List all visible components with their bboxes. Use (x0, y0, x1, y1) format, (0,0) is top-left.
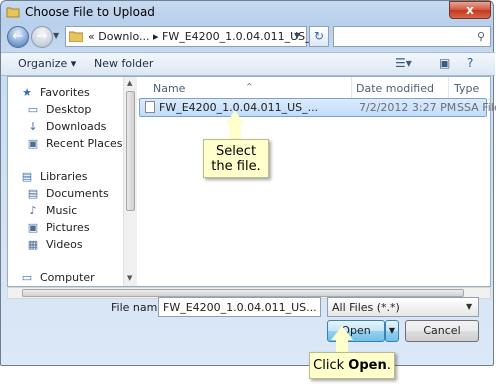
scrollbar-thumb[interactable] (126, 91, 135, 211)
window-title: Choose File to Upload (25, 5, 155, 19)
sidebar-item-label: Downloads (46, 120, 107, 133)
title-bar: Choose File to Upload x (1, 1, 495, 23)
music-icon: ♪ (29, 204, 37, 217)
organize-button[interactable]: Organize ▾ (18, 57, 76, 70)
select-file-callout: Select the file. (203, 139, 269, 178)
sidebar-item-label: Pictures (46, 221, 90, 234)
callout-arrow-stem (229, 122, 241, 140)
callout-line: the file. (211, 159, 261, 174)
file-type-filter[interactable]: All Files (*.*) ▼ (327, 297, 479, 317)
app-icon (6, 7, 20, 18)
sidebar-item-label: Desktop (46, 103, 92, 116)
navigation-sidebar: ★ Favorites ▭ Desktop ↓ Downloads ▣ Recent Plac… (8, 77, 123, 286)
breadcrumb[interactable]: « Downlo... ▸ FW_E4200_1.0.04.011_US_... (88, 30, 321, 43)
file-row[interactable]: FW_E4200_1.0.04.011_US_... 7/2/2012 3:27… (139, 98, 496, 117)
sort-ascending-icon: ^ (246, 82, 253, 91)
scroll-up-icon[interactable]: ▲ (127, 79, 132, 87)
file-icon (145, 101, 155, 113)
sidebar-item-label: Favorites (40, 86, 90, 99)
refresh-button[interactable]: ↻ (309, 26, 329, 47)
new-folder-button[interactable]: New folder (94, 57, 153, 70)
computer-icon: ▭ (21, 271, 33, 284)
command-toolbar: Organize ▾ New folder ☰▾ ▣ ? (1, 52, 495, 76)
file-list: ^ Name Date modified Type FW_E4200_1.0.0… (136, 77, 496, 286)
click-open-callout: Click Open. (309, 352, 395, 379)
column-header-type[interactable]: Type (454, 82, 479, 95)
view-options-icon[interactable]: ☰▾ (395, 56, 412, 70)
recent-places-icon: ▣ (27, 137, 39, 150)
sidebar-item-label: Recent Places (46, 137, 123, 150)
forward-button[interactable]: → (31, 26, 53, 48)
file-date: 7/2/2012 3:27 PM (359, 101, 457, 114)
star-icon: ★ (22, 86, 32, 99)
folder-icon (69, 31, 83, 42)
scroll-down-icon[interactable]: ▼ (127, 274, 132, 282)
column-header-date-modified[interactable]: Date modified (356, 82, 434, 95)
column-header-row: ^ Name Date modified Type (136, 77, 490, 100)
preview-pane-icon[interactable]: ▣ (439, 56, 450, 70)
address-bar[interactable]: « Downlo... ▸ FW_E4200_1.0.04.011_US_...… (65, 26, 321, 47)
downloads-icon: ↓ (28, 120, 38, 133)
sidebar-item-label: Computer (40, 271, 95, 284)
callout-text: Click (313, 358, 349, 373)
callout-line: Select (215, 144, 257, 159)
column-header-name[interactable]: Name (153, 82, 185, 95)
address-dropdown-chevron-down-icon[interactable]: ▼ (294, 31, 300, 40)
videos-icon: ▦ (27, 238, 39, 251)
column-divider[interactable] (448, 77, 449, 99)
cancel-button[interactable]: Cancel (405, 320, 479, 342)
libraries-icon: ▤ (21, 170, 33, 183)
back-button[interactable]: ← (7, 26, 29, 48)
recent-locations-chevron-down-icon[interactable]: ▼ (53, 31, 59, 40)
sidebar-item-label: Music (46, 204, 78, 217)
help-icon[interactable]: ? (467, 56, 473, 70)
sidebar-item-label: Videos (46, 238, 83, 251)
open-options-chevron-down-icon[interactable]: ▼ (385, 320, 399, 342)
chevron-down-icon[interactable]: ▼ (466, 302, 472, 311)
close-button[interactable]: x (449, 1, 491, 19)
pictures-icon: ▣ (27, 221, 39, 234)
file-dialog-window: Choose File to Upload x ← → ▼ « Downlo..… (0, 0, 496, 366)
file-name-input[interactable]: FW_E4200_1.0.04.011_US... (158, 297, 321, 317)
file-type-filter-value[interactable]: All Files (*.*) (332, 301, 400, 314)
sidebar-item-label: Documents (46, 187, 109, 200)
file-name-value[interactable]: FW_E4200_1.0.04.011_US... (163, 301, 317, 314)
desktop-icon: ▭ (27, 103, 39, 116)
sidebar-scrollbar[interactable]: ▲ ▼ (123, 77, 137, 286)
callout-text: . (386, 358, 391, 373)
search-input[interactable]: ⚲ (333, 26, 491, 47)
horizontal-scrollbar-thumb[interactable] (22, 289, 464, 297)
callout-bold-text: Open (348, 358, 387, 373)
sidebar-item-label: Libraries (40, 170, 88, 183)
navigation-row: ← → ▼ « Downlo... ▸ FW_E4200_1.0.04.011_… (7, 25, 491, 49)
search-icon: ⚲ (476, 30, 485, 43)
column-divider[interactable] (351, 77, 352, 99)
documents-icon: ▤ (27, 187, 39, 200)
browser-pane: ★ Favorites ▭ Desktop ↓ Downloads ▣ Recent Plac… (7, 76, 496, 287)
file-type: SSA File (457, 101, 496, 114)
